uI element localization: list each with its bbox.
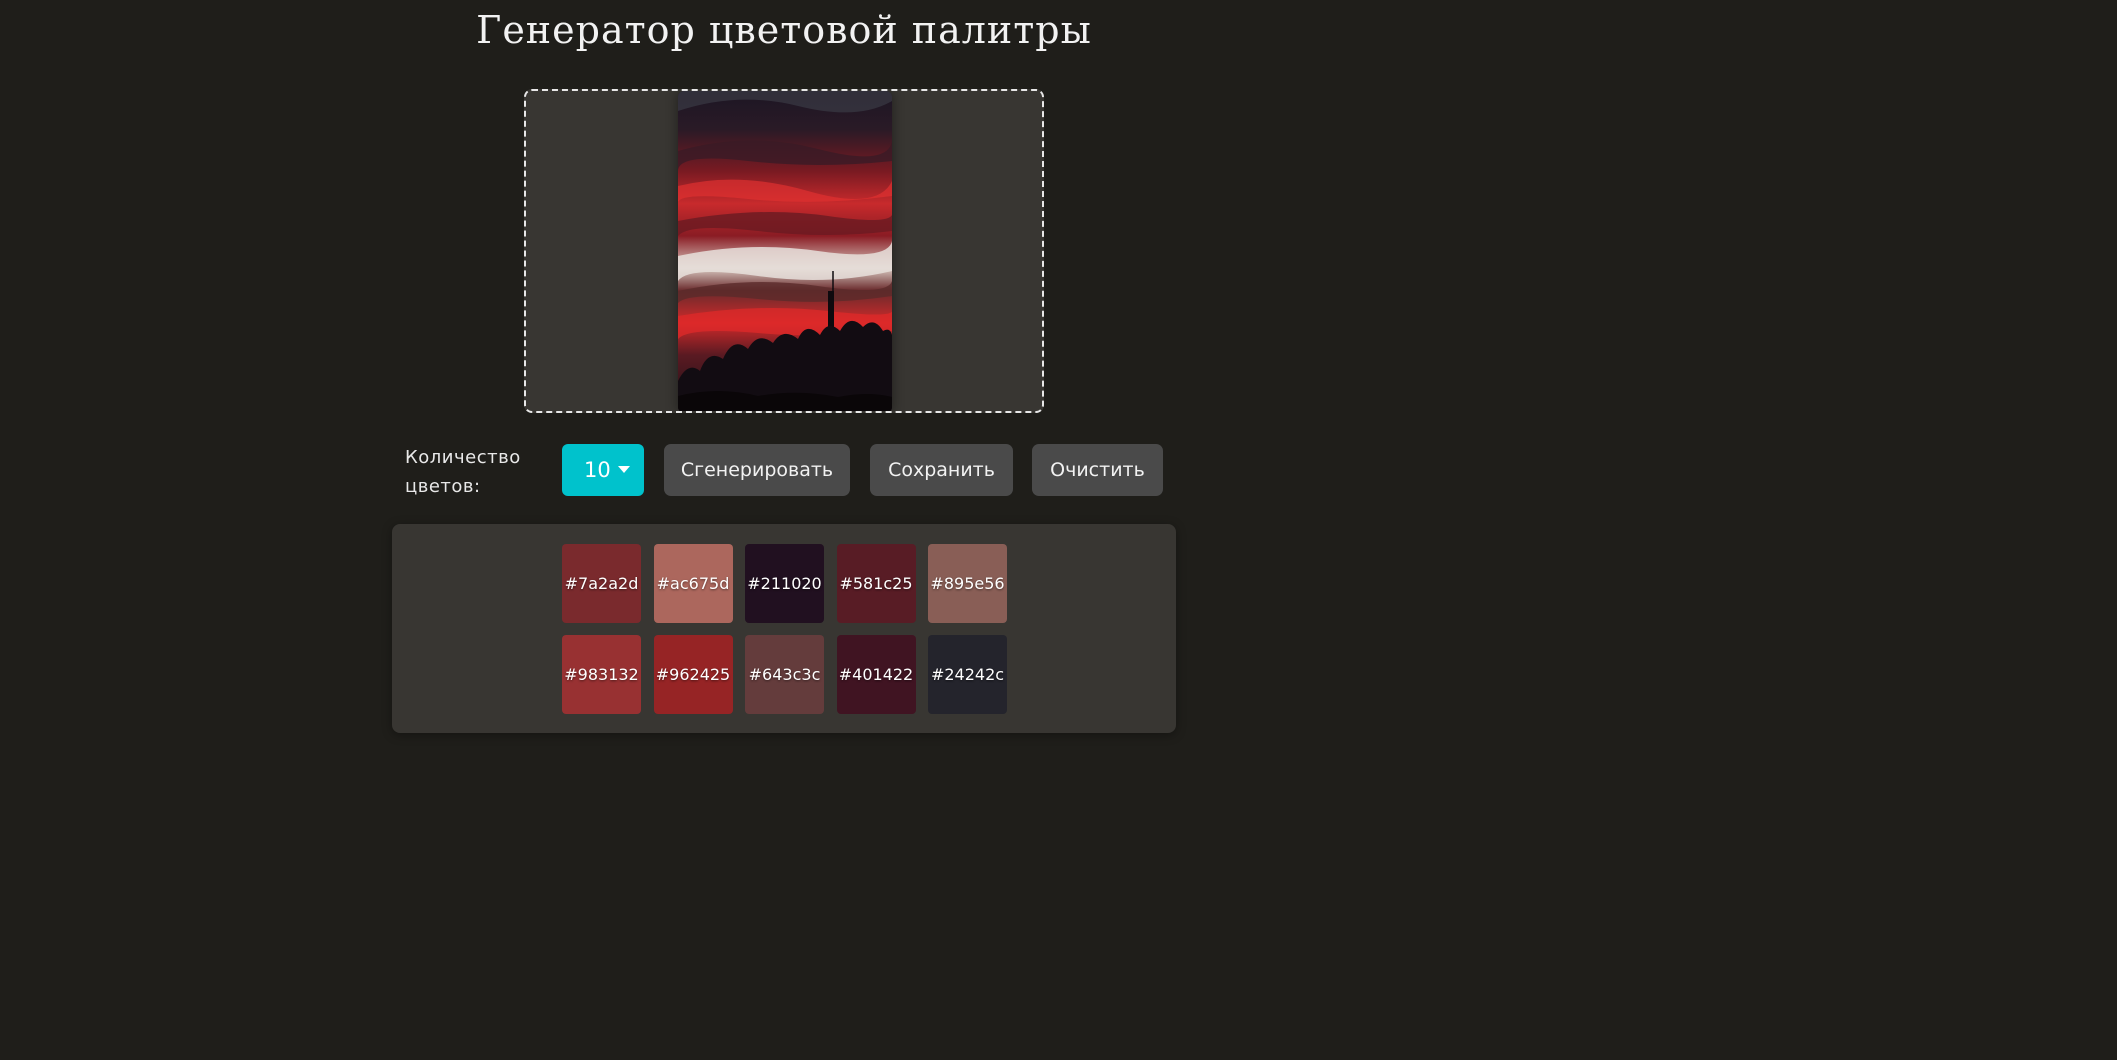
color-swatch[interactable]: #895e56: [928, 544, 1007, 623]
image-drop-zone[interactable]: [524, 89, 1044, 413]
clear-button[interactable]: Очистить: [1032, 444, 1163, 496]
color-count-label: Количество цветов:: [405, 447, 521, 497]
generate-button[interactable]: Сгенерировать: [664, 444, 850, 496]
palette-panel: #7a2a2d #ac675d #211020 #581c25 #895e56 …: [392, 524, 1176, 733]
color-swatch[interactable]: #643c3c: [745, 635, 824, 714]
color-swatch[interactable]: #401422: [836, 635, 916, 714]
color-swatch[interactable]: #24242c: [928, 635, 1007, 714]
page-title: Генератор цветовой палитры: [476, 8, 1092, 52]
color-swatch[interactable]: #983132: [562, 635, 641, 714]
save-button[interactable]: Сохранить: [870, 444, 1013, 496]
color-count-select[interactable]: 10: [562, 444, 644, 496]
color-swatch[interactable]: #ac675d: [653, 544, 733, 623]
color-count-value: 10: [584, 458, 611, 482]
color-swatch[interactable]: #581c25: [836, 544, 916, 623]
chevron-down-icon: [618, 466, 630, 473]
color-swatch[interactable]: #7a2a2d: [562, 544, 641, 623]
uploaded-image-preview: [678, 91, 892, 411]
color-swatch[interactable]: #211020: [745, 544, 824, 623]
color-swatch[interactable]: #962425: [653, 635, 733, 714]
swatch-grid: #7a2a2d #ac675d #211020 #581c25 #895e56 …: [562, 544, 1007, 714]
